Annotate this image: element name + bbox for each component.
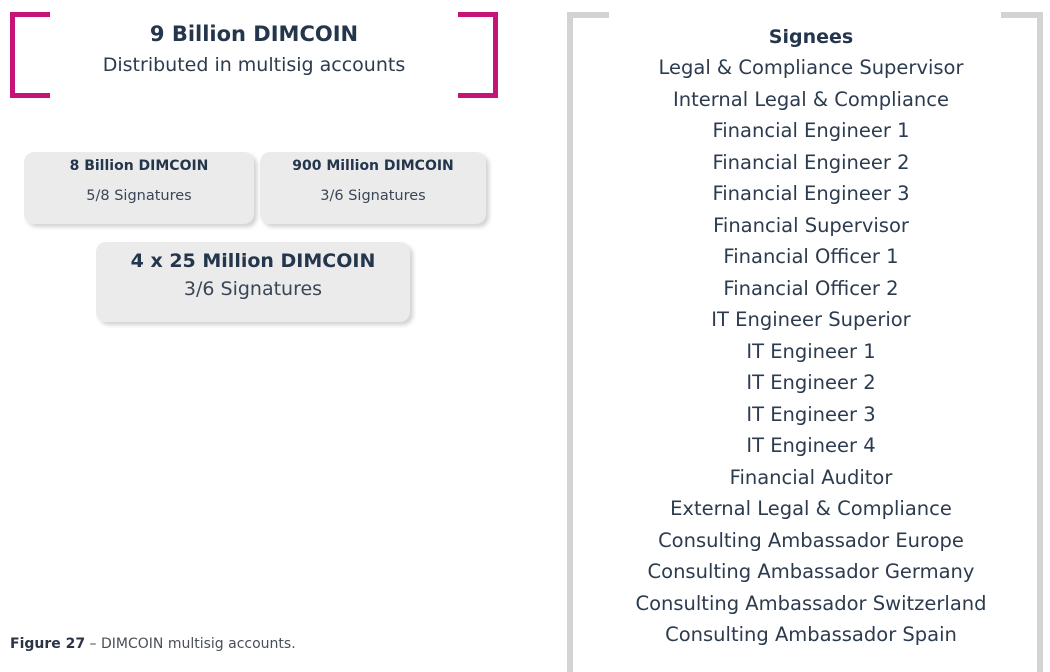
- signee-item: Financial Auditor: [729, 465, 893, 489]
- frame-top-left-bar: [567, 12, 609, 18]
- signee-item: IT Engineer 1: [746, 339, 876, 363]
- signees-heading: Signees: [768, 26, 854, 48]
- signee-item: Financial Supervisor: [713, 213, 909, 237]
- signee-item: Consulting Ambassador Europe: [658, 528, 964, 552]
- account-amount: 4 x 25 Million DIMCOIN: [130, 250, 376, 272]
- account-box-4x25-million: 4 x 25 Million DIMCOIN 3/6 Signatures: [96, 242, 410, 322]
- signee-item: Financial Engineer 2: [712, 150, 910, 174]
- account-signatures: 5/8 Signatures: [86, 188, 192, 204]
- signee-item: Financial Officer 2: [723, 276, 899, 300]
- signee-item: Financial Engineer 3: [712, 182, 910, 205]
- signee-item: IT Engineer Superior: [711, 308, 911, 331]
- figure-caption: Figure 27 – DIMCOIN multisig accounts.: [10, 636, 296, 652]
- signee-item: Consulting Ambassador Spain: [665, 623, 957, 646]
- total-supply-subtitle: Distributed in multisig accounts: [102, 54, 406, 76]
- account-box-8-billion: 8 Billion DIMCOIN 5/8 Signatures: [24, 152, 254, 224]
- account-signatures: 3/6 Signatures: [183, 278, 323, 300]
- signee-item: Financial Engineer 1: [712, 119, 910, 142]
- total-supply-callout: 9 Billion DIMCOIN Distributed in multisi…: [10, 12, 498, 98]
- signee-item: IT Engineer 3: [746, 402, 876, 426]
- signees-items: Legal & Compliance Supervisor Internal Le…: [573, 52, 1049, 651]
- account-amount: 8 Billion DIMCOIN: [69, 158, 209, 174]
- signee-item: Legal & Compliance Supervisor: [658, 56, 964, 79]
- account-box-900-million: 900 Million DIMCOIN 3/6 Signatures: [260, 152, 486, 224]
- account-signatures: 3/6 Signatures: [320, 188, 426, 204]
- signee-item: IT Engineer 2: [746, 371, 876, 394]
- signee-item: Consulting Ambassador Switzerland: [635, 591, 987, 615]
- total-supply-title: 9 Billion DIMCOIN: [149, 22, 359, 46]
- signee-item: External Legal & Compliance: [670, 497, 952, 520]
- signee-item: IT Engineer 4: [746, 434, 876, 457]
- signee-item: Financial Officer 1: [723, 245, 899, 268]
- account-amount: 900 Million DIMCOIN: [292, 158, 454, 174]
- figure-caption-text: – DIMCOIN multisig accounts.: [85, 636, 296, 652]
- signee-item: Consulting Ambassador Germany: [647, 560, 975, 583]
- signee-item: Internal Legal & Compliance: [673, 87, 949, 111]
- signees-list: Signees Legal & Compliance Supervisor Int…: [573, 26, 1049, 651]
- figure-label: Figure 27: [10, 636, 86, 652]
